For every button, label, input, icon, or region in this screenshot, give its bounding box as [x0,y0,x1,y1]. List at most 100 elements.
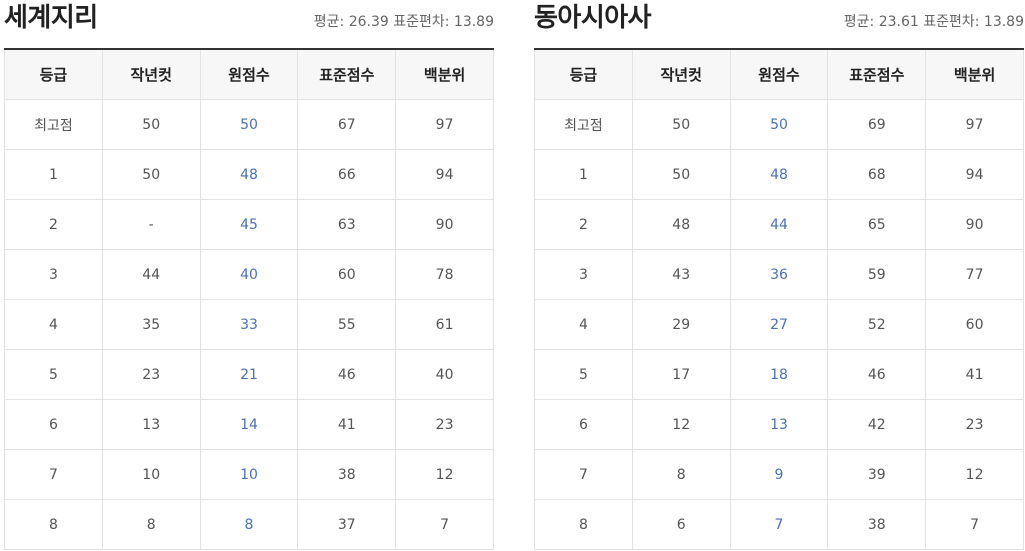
table-row: 2 48 44 65 90 [534,199,1024,250]
table-row: 5 17 18 46 41 [534,349,1024,400]
cell-standard-score: 65 [827,199,927,250]
cell-grade: 최고점 [4,99,103,150]
table-row: 1 50 48 68 94 [534,149,1024,200]
cell-percentile: 97 [395,99,494,150]
cell-percentile: 60 [925,299,1024,350]
cell-grade: 8 [4,499,103,550]
cell-standard-score: 46 [297,349,397,400]
panel-stats: 평균: 26.39 표준편차: 13.89 [313,14,494,30]
cell-grade: 5 [534,349,633,400]
column-header-percentile: 백분위 [395,48,494,100]
cell-standard-score: 55 [297,299,397,350]
cell-percentile: 97 [925,99,1024,150]
cell-percentile: 41 [925,349,1024,400]
cell-raw-score: 18 [729,349,829,400]
grade-table: 등급 작년컷 원점수 표준점수 백분위 최고점 50 50 69 97 1 50 48 68 94 2 48 4… [534,48,1024,550]
cell-standard-score: 46 [827,349,927,400]
table-body: 최고점 50 50 67 97 1 50 48 66 94 2-45 63 90 3 44 40 60 78 4 35… [4,99,494,550]
table-row: 8 8 8 37 7 [4,499,494,550]
table-head: 등급 작년컷 원점수 표준점수 백분위 [4,48,494,100]
cell-grade: 6 [534,399,633,450]
cell-raw-score: 8 [199,499,299,550]
cell-percentile: 7 [395,499,494,550]
table-header-row: 등급 작년컷 원점수 표준점수 백분위 [4,48,494,100]
panel-world-geography: 세계지리 평균: 26.39 표준편차: 13.89 등급 작년컷 원점수 표준점수 백… [4,0,494,550]
cell-last-year-cut: 50 [631,99,731,150]
cell-last-year-cut: 44 [101,249,201,300]
cell-grade: 3 [4,249,103,300]
column-header-grade: 등급 [4,48,103,100]
cell-raw-score: 7 [729,499,829,550]
table-row: 6 12 13 42 23 [534,399,1024,450]
cell-raw-score: 48 [199,149,299,200]
column-header-last-year-cut: 작년컷 [631,48,731,100]
cell-percentile: 90 [395,199,494,250]
cell-last-year-cut: 23 [101,349,201,400]
cell-grade: 8 [534,499,633,550]
cell-last-year-cut: 13 [101,399,201,450]
table-row: 6 13 14 41 23 [4,399,494,450]
table-row: 2-45 63 90 [4,199,494,250]
cell-percentile: 90 [925,199,1024,250]
cell-raw-score: 50 [729,99,829,150]
cell-percentile: 12 [395,449,494,500]
table-row: 5 23 21 46 40 [4,349,494,400]
cell-grade: 6 [4,399,103,450]
cell-grade: 1 [534,149,633,200]
cell-standard-score: 60 [297,249,397,300]
cell-last-year-cut: 29 [631,299,731,350]
table-row: 최고점 50 50 67 97 [4,99,494,150]
cell-grade: 4 [534,299,633,350]
table-row: 1 50 48 66 94 [4,149,494,200]
table-head: 등급 작년컷 원점수 표준점수 백분위 [534,48,1024,100]
cell-last-year-cut: 35 [101,299,201,350]
panel-stats: 평균: 23.61 표준편차: 13.89 [843,14,1024,30]
cell-percentile: 23 [925,399,1024,450]
cell-standard-score: 41 [297,399,397,450]
cell-percentile: 94 [925,149,1024,200]
cell-percentile: 61 [395,299,494,350]
cell-last-year-cut: 8 [101,499,201,550]
cell-last-year-cut: 6 [631,499,731,550]
cell-last-year-cut: - [101,199,201,250]
table-row: 최고점 50 50 69 97 [534,99,1024,150]
panel-east-asian-history: 동아시아사 평균: 23.61 표준편차: 13.89 등급 작년컷 원점수 표준점수… [534,0,1024,550]
table-row: 3 43 36 59 77 [534,249,1024,300]
cell-standard-score: 66 [297,149,397,200]
cell-last-year-cut: 50 [101,99,201,150]
cell-standard-score: 38 [827,499,927,550]
panel-title: 세계지리 [4,3,98,33]
cell-raw-score: 27 [729,299,829,350]
cell-grade: 2 [534,199,633,250]
column-header-standard-score: 표준점수 [297,48,397,100]
grade-table: 등급 작년컷 원점수 표준점수 백분위 최고점 50 50 67 97 1 50 48 66 94 2-45… [4,48,494,550]
cell-standard-score: 67 [297,99,397,150]
cell-last-year-cut: 10 [101,449,201,500]
cell-raw-score: 9 [729,449,829,500]
cell-percentile: 78 [395,249,494,300]
column-header-grade: 등급 [534,48,633,100]
cell-grade: 2 [4,199,103,250]
cell-standard-score: 38 [297,449,397,500]
cell-raw-score: 45 [199,199,299,250]
cell-last-year-cut: 48 [631,199,731,250]
table-body: 최고점 50 50 69 97 1 50 48 68 94 2 48 44 65 90 3 43 36 59 77 4 2… [534,99,1024,550]
column-header-standard-score: 표준점수 [827,48,927,100]
cell-last-year-cut: 50 [631,149,731,200]
cell-raw-score: 33 [199,299,299,350]
cell-raw-score: 10 [199,449,299,500]
cell-last-year-cut: 43 [631,249,731,300]
cell-grade: 7 [4,449,103,500]
cell-standard-score: 59 [827,249,927,300]
page: 세계지리 평균: 26.39 표준편차: 13.89 등급 작년컷 원점수 표준점수 백… [0,0,1025,551]
cell-grade: 4 [4,299,103,350]
table-row: 4 29 27 52 60 [534,299,1024,350]
cell-grade: 1 [4,149,103,200]
cell-raw-score: 44 [729,199,829,250]
cell-grade: 5 [4,349,103,400]
cell-last-year-cut: 50 [101,149,201,200]
table-header-row: 등급 작년컷 원점수 표준점수 백분위 [534,48,1024,100]
cell-standard-score: 69 [827,99,927,150]
cell-raw-score: 36 [729,249,829,300]
column-header-last-year-cut: 작년컷 [101,48,201,100]
